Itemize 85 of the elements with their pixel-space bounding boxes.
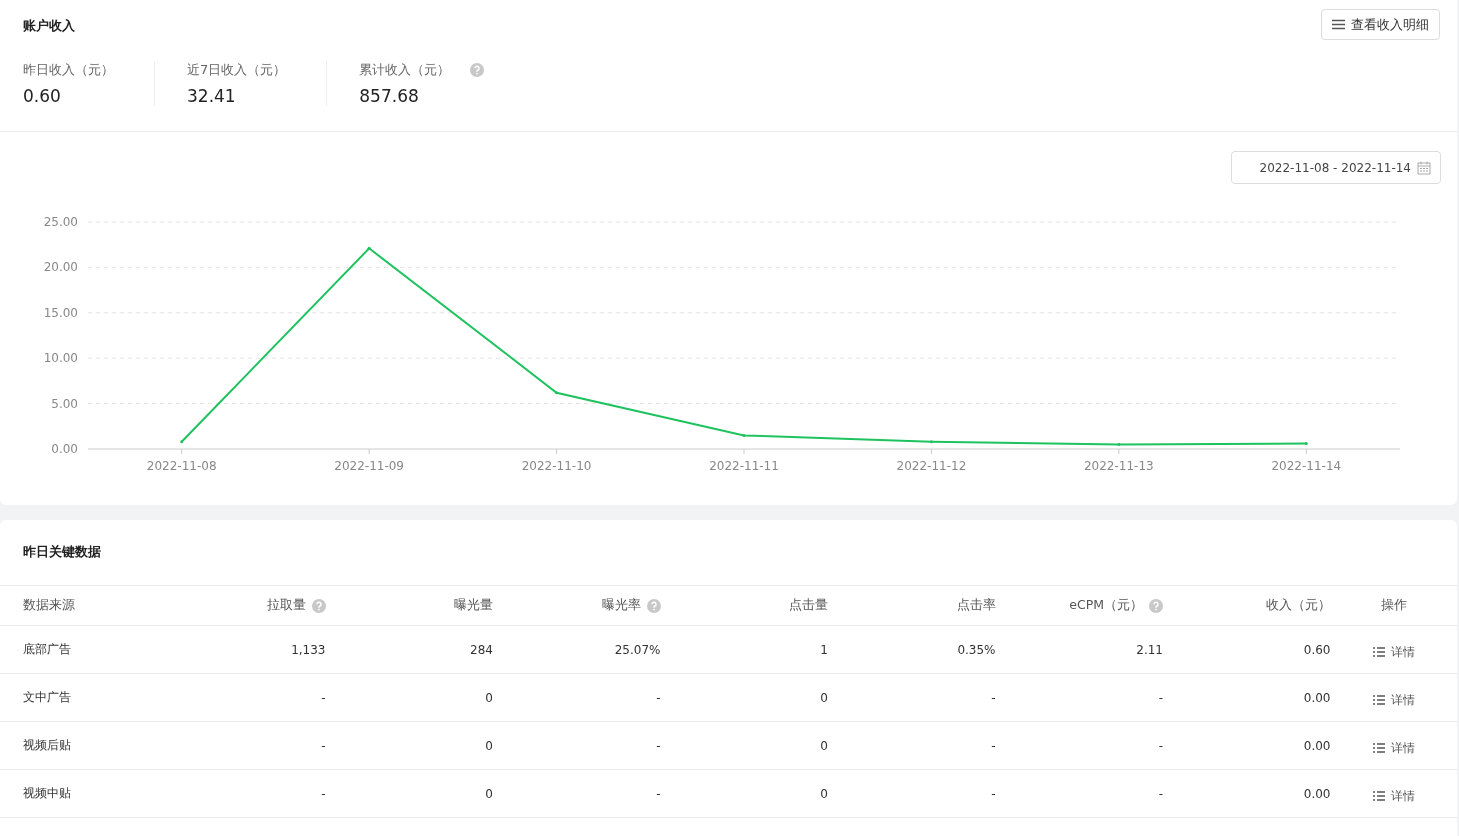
table-cell: 底部广告: [23, 641, 71, 658]
table-cell: 0: [485, 786, 493, 801]
axis-label: 25.00: [43, 215, 78, 229]
table-cell: 0: [485, 738, 493, 753]
detail-link[interactable]: 详情: [1372, 643, 1415, 661]
table-cell: 0.00: [1303, 690, 1331, 705]
table-cell: 0.35%: [957, 642, 996, 657]
table-cell: -: [321, 738, 326, 753]
table-cell: -: [991, 690, 996, 705]
axis-label: 20.00: [43, 260, 78, 275]
data-point: [180, 440, 184, 444]
axis-label: 2022-11-10: [521, 459, 592, 473]
table-cell: -: [991, 738, 996, 753]
calendar-icon: [1417, 160, 1431, 175]
stat-label: 累计收入（元）: [359, 61, 451, 79]
data-point: [1304, 442, 1308, 446]
axis-label: 2022-11-08: [146, 459, 217, 473]
table-cell: 1: [820, 642, 828, 657]
column-header: 数据来源: [23, 597, 75, 614]
table-cell: 0: [820, 786, 828, 801]
column-header: 曝光率: [601, 597, 641, 614]
table-cell: 0: [485, 690, 493, 705]
table-cell: 0: [820, 690, 828, 705]
data-point: [742, 433, 746, 437]
table-cell: 0.00: [1303, 786, 1331, 801]
axis-label: 5.00: [51, 396, 78, 411]
table-cell: -: [656, 786, 661, 801]
list-icon: [1372, 791, 1385, 801]
stat-label: 近7日收入（元）: [187, 61, 287, 79]
data-point: [555, 391, 559, 395]
axis-label: 2022-11-14: [1271, 459, 1342, 473]
column-header: 拉取量: [266, 597, 306, 614]
help-icon: [311, 598, 326, 613]
section-title: 账户收入: [23, 17, 76, 35]
table-cell: -: [321, 690, 326, 705]
table-cell: 0.00: [1303, 738, 1331, 753]
table-cell: -: [1158, 690, 1163, 705]
axis-label: 10.00: [43, 351, 78, 366]
table-cell: 25.07%: [614, 642, 661, 657]
data-point: [367, 246, 371, 250]
column-header: 曝光量: [454, 597, 493, 614]
stat-value: 32.41: [187, 86, 237, 106]
table-cell: 视频中贴: [23, 785, 71, 802]
table-cell: 0.60: [1303, 642, 1331, 657]
column-header: 点击率: [956, 597, 996, 614]
table-cell: -: [1158, 738, 1163, 753]
stat-value: 0.60: [23, 86, 62, 106]
help-icon: [470, 63, 485, 77]
detail-link[interactable]: 详情: [1372, 691, 1415, 709]
table-cell: 1,133: [291, 642, 326, 657]
table-cell: -: [656, 690, 661, 705]
stat-label: 昨日收入（元）: [23, 61, 114, 79]
list-icon: [1372, 647, 1385, 657]
date-range-picker[interactable]: 2022-11-08 - 2022-11-14: [1230, 151, 1441, 184]
table-cell: 0: [820, 738, 828, 753]
section-title: 昨日关键数据: [0, 520, 1457, 586]
table-cell: -: [656, 738, 661, 753]
table-cell: -: [991, 786, 996, 801]
detail-link[interactable]: 详情: [1372, 739, 1415, 757]
column-header: 收入（元）: [1265, 597, 1331, 614]
help-icon: [646, 598, 661, 613]
table-cell: 文中广告: [23, 689, 71, 706]
data-point: [1117, 442, 1121, 446]
column-header: 点击量: [789, 597, 828, 614]
table-cell: -: [1158, 786, 1163, 801]
data-point: [929, 440, 933, 444]
list-icon: [1372, 695, 1385, 705]
axis-label: 2022-11-12: [896, 459, 967, 473]
column-header: eCPM（元）: [1069, 597, 1143, 614]
stat-value: 857.68: [359, 86, 420, 106]
column-header: 操作: [1380, 597, 1407, 614]
axis-label: 2022-11-13: [1084, 459, 1154, 473]
axis-label: 2022-11-09: [334, 459, 404, 473]
table-cell: 视频后贴: [23, 737, 71, 754]
list-icon: [1372, 743, 1385, 753]
axis-label: 0.00: [51, 442, 78, 456]
axis-label: 15.00: [43, 305, 78, 320]
menu-icon: [1332, 19, 1345, 30]
detail-link[interactable]: 详情: [1372, 787, 1415, 805]
table-cell: 2.11: [1136, 642, 1163, 657]
table-cell: 284: [470, 642, 493, 657]
table-cell: -: [321, 786, 326, 801]
income-detail-button[interactable]: 查看收入明细: [1321, 9, 1440, 40]
axis-label: 2022-11-11: [709, 459, 779, 473]
help-icon: [1149, 598, 1163, 613]
